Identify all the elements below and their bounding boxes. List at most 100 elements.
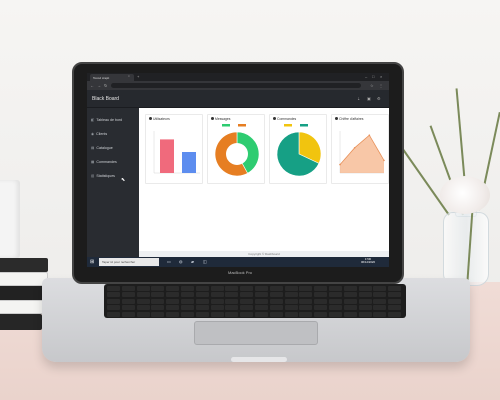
keyboard-key: [284, 286, 298, 291]
book: [0, 314, 42, 330]
keyboard-key: [358, 305, 372, 311]
legend-swatch: [300, 124, 308, 127]
data-point: [383, 159, 385, 162]
book: [0, 286, 46, 300]
keyboard-key: [210, 292, 224, 298]
keyboard-key: [284, 292, 298, 298]
keyboard-key: [225, 298, 239, 304]
book: [0, 272, 48, 286]
chart-card-chiffre: Chiffre d'affaires: [331, 114, 389, 184]
keyboard-key: [299, 311, 313, 317]
windows-start-icon[interactable]: ⊞: [90, 259, 94, 265]
keyboard-key: [269, 311, 283, 317]
keyboard-key: [181, 305, 194, 311]
laptop-base: [42, 278, 470, 362]
keyboard-key: [329, 286, 342, 291]
keyboard-key: [329, 305, 342, 311]
keyboard-key: [181, 286, 194, 291]
keyboard-key: [388, 292, 402, 298]
minimize-icon[interactable]: –: [365, 74, 367, 79]
users-icon: ◉: [91, 132, 95, 136]
sidebar-item-label: Tableau de bord: [96, 118, 123, 122]
keyboard-key: [373, 298, 387, 304]
keyboard-key: [151, 305, 165, 311]
keyboard-key: [240, 311, 254, 317]
sidebar-item-label: Catalogue: [96, 146, 113, 150]
keyboard-key: [195, 286, 209, 291]
sidebar-item-catalogue[interactable]: ▤ Catalogue: [91, 146, 113, 150]
keyboard-key: [151, 292, 165, 298]
address-bar: ← → ↻ ☆ ⋮: [87, 81, 389, 90]
keyboard-key: [225, 286, 239, 291]
window-icon[interactable]: ▣: [367, 96, 371, 101]
reload-icon[interactable]: ↻: [104, 83, 107, 88]
ranunculus-flower: [440, 176, 490, 214]
keyboard-key: [269, 305, 283, 311]
keyboard-key: [358, 298, 372, 304]
keyboard-key: [210, 286, 224, 291]
folder-icon[interactable]: ▰: [191, 259, 194, 264]
keyboard-key: [240, 292, 254, 298]
url-input[interactable]: [111, 83, 361, 88]
task-view-icon[interactable]: ▭: [167, 259, 171, 264]
laptop-lip: [231, 357, 287, 362]
keyboard-key: [136, 286, 150, 291]
os-taskbar: ⊞ Taper ici pour rechercher ▭ ◍ ▰ ◫ 1730…: [87, 257, 389, 267]
chart-card-utilisateurs: Utilisateurs: [145, 114, 203, 184]
menu-icon[interactable]: ⋮: [379, 83, 383, 88]
new-tab-icon[interactable]: +: [137, 74, 139, 79]
sidebar-item-statistiques[interactable]: ▥ Statistiques: [91, 174, 115, 178]
sidebar: ◧ Tableau de bord ◉ Clients ▤ Catalogue ▦ Co…: [87, 108, 139, 257]
keyboard-key: [343, 298, 357, 304]
sidebar-item-commandes[interactable]: ▦ Commandes: [91, 160, 117, 164]
legend-swatch: [222, 124, 230, 127]
keyboard-key: [166, 311, 180, 317]
keyboard-key: [195, 292, 209, 298]
back-icon[interactable]: ←: [90, 83, 94, 88]
settings-icon[interactable]: ⚙: [377, 96, 381, 101]
keyboard-key: [388, 298, 402, 304]
keyboard-key: [269, 298, 283, 304]
keyboard-key: [195, 311, 209, 317]
sidebar-item-clients[interactable]: ◉ Clients: [91, 132, 107, 136]
keyboard-key: [314, 292, 328, 298]
browser-app-icon[interactable]: ◍: [179, 259, 183, 264]
keyboard-key: [284, 311, 298, 317]
keyboard-key: [225, 311, 239, 317]
app-title: Black Board: [92, 96, 119, 102]
mouse-cursor-icon: ⬉: [121, 177, 126, 183]
data-point: [339, 163, 341, 166]
keyboard-key: [121, 311, 135, 317]
close-tab-icon[interactable]: ×: [128, 74, 130, 78]
clock-date: 06/12/2020: [361, 260, 375, 265]
laptop-screen: Tocod crapit × + – □ × ← → ↻ ☆ ⋮ Black B…: [87, 73, 389, 267]
taskbar-search-input[interactable]: Taper ici pour rechercher: [99, 258, 159, 266]
tab-title: Tocod crapit: [93, 76, 110, 80]
store-icon[interactable]: ◫: [203, 259, 207, 264]
keyboard-key: [343, 292, 357, 298]
keyboard-key: [136, 305, 150, 311]
chart-card-messages: Messages: [207, 114, 265, 184]
keyboard-key: [388, 305, 402, 311]
area-fill: [340, 135, 384, 173]
area-chart: [339, 131, 385, 174]
taskbar-clock[interactable]: 1730 06/12/2020: [361, 257, 375, 265]
trackpad[interactable]: [194, 321, 318, 345]
star-icon[interactable]: ☆: [370, 83, 374, 88]
forward-icon[interactable]: →: [97, 83, 101, 88]
keyboard-key: [314, 298, 328, 304]
download-icon[interactable]: ⇣: [357, 96, 360, 101]
keyboard-key: [388, 286, 402, 291]
keyboard-key: [255, 311, 268, 317]
legend-swatch: [284, 124, 292, 127]
window-close-icon[interactable]: ×: [380, 74, 382, 79]
keyboard-key: [225, 305, 239, 311]
sidebar-item-dashboard[interactable]: ◧ Tableau de bord: [91, 118, 122, 122]
keyboard-key: [151, 311, 165, 317]
keyboard-key: [255, 298, 268, 304]
keyboard-key: [314, 311, 328, 317]
keyboard-key: [343, 305, 357, 311]
keyboard-key: [373, 311, 387, 317]
keyboard-key: [210, 298, 224, 304]
maximize-icon[interactable]: □: [372, 74, 374, 79]
